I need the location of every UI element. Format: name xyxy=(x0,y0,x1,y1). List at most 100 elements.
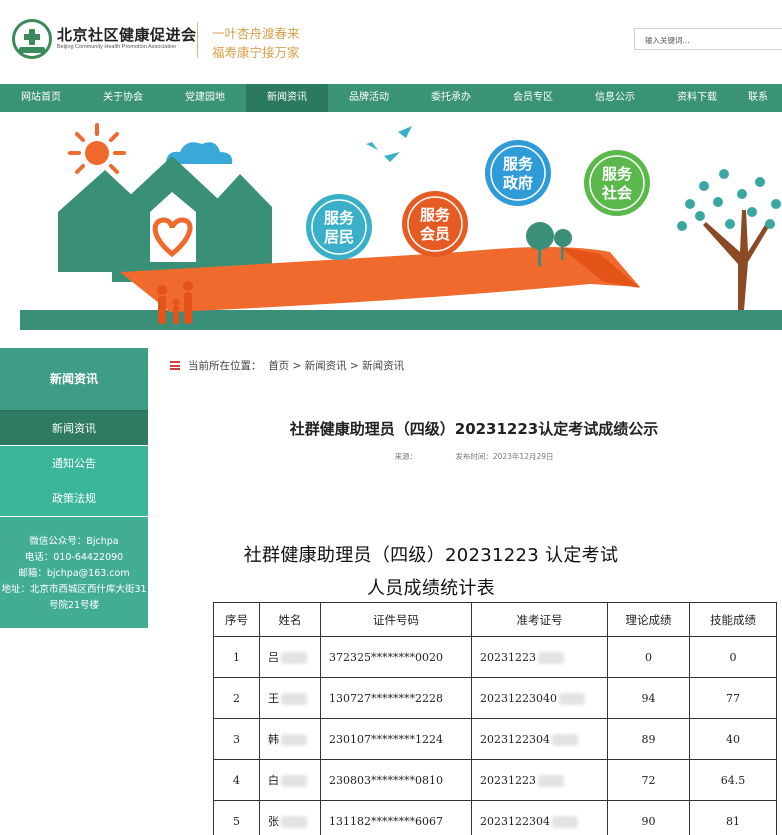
redacted-mark xyxy=(281,652,307,664)
badge-government-line2: 政府 xyxy=(503,174,533,192)
redacted-mark xyxy=(538,774,564,787)
nav-item-commission[interactable]: 委托承办 xyxy=(410,84,492,112)
redacted-mark xyxy=(558,692,585,705)
table-header-row: 序号 姓名 证件号码 准考证号 理论成绩 技能成绩 xyxy=(213,602,777,637)
table-row: 3 韩 230107********1224 2023122304 89 40 xyxy=(213,718,777,760)
document-title-line1: 社群健康助理员（四级）20231223 认定考试 xyxy=(243,545,619,566)
table-row: 2 王 130727********2228 20231223040 94 77 xyxy=(213,677,777,719)
nav-item-contact[interactable]: 联系 xyxy=(738,84,782,112)
cell-id: 372325********0020 xyxy=(320,636,472,678)
redacted-mark xyxy=(281,693,307,705)
nav-item-about[interactable]: 关于协会 xyxy=(82,84,164,112)
table-row: 1 吕 372325********0020 20231223 0 0 xyxy=(213,636,777,678)
nav-item-disclosure[interactable]: 信息公示 xyxy=(574,84,656,112)
sidebar-item-news[interactable]: 新闻资讯 xyxy=(0,410,148,445)
cell-ticket: 20231223 xyxy=(471,636,608,678)
cell-name: 张 xyxy=(259,800,321,835)
cell-theory: 94 xyxy=(607,677,690,719)
hero-banner: 服务 居民 服务 会员 服务 政府 服务 社会 xyxy=(0,112,782,330)
cell-no: 2 xyxy=(213,677,260,719)
cell-skill: 77 xyxy=(689,677,777,719)
nav-item-home[interactable]: 网站首页 xyxy=(0,84,82,112)
breadcrumb-path[interactable]: 首页 > 新闻资讯 > 新闻资讯 xyxy=(268,360,404,372)
table-row: 5 张 131182********6067 2023122304 90 81 xyxy=(213,800,777,835)
sidebar-contact-info: 微信公众号：Bjchpa 电话：010-64422090 邮箱：bjchpa@1… xyxy=(0,517,148,628)
cell-name: 王 xyxy=(259,677,321,719)
breadcrumb: 当前所在位置： 首页 > 新闻资讯 > 新闻资讯 xyxy=(170,358,404,373)
contact-address-2: 号院21号楼 xyxy=(48,600,100,611)
cell-theory: 72 xyxy=(607,759,690,801)
sidebar-item-policies[interactable]: 政策法规 xyxy=(0,481,148,516)
slogan-line-1: 一叶杏舟渡春来 xyxy=(212,26,300,41)
nav-item-party[interactable]: 党建园地 xyxy=(164,84,246,112)
list-icon xyxy=(170,361,180,370)
nav-item-news[interactable]: 新闻资讯 xyxy=(246,84,328,112)
header-name: 姓名 xyxy=(259,602,321,637)
cell-no: 5 xyxy=(213,800,260,835)
cell-ticket: 2023122304 xyxy=(471,718,608,760)
header-no: 序号 xyxy=(213,602,260,637)
redacted-mark xyxy=(538,651,564,664)
header-theory-score: 理论成绩 xyxy=(607,602,690,637)
scores-table: 序号 姓名 证件号码 准考证号 理论成绩 技能成绩 1 吕 372325****… xyxy=(213,602,777,835)
org-name-en: Beijing Community Health Promotion Assoc… xyxy=(57,44,177,50)
cell-no: 1 xyxy=(213,636,260,678)
cell-ticket: 20231223 xyxy=(471,759,608,801)
badge-society-line1: 服务 xyxy=(602,165,633,183)
badge-government-line1: 服务 xyxy=(503,155,534,173)
cell-theory: 89 xyxy=(607,718,690,760)
banner-illustration: 服务 居民 服务 会员 服务 政府 服务 社会 xyxy=(20,123,782,330)
badge-members-line2: 会员 xyxy=(420,225,450,243)
document-title-line2: 人员成绩统计表 xyxy=(366,578,496,599)
redacted-mark xyxy=(281,734,307,746)
cell-skill: 64.5 xyxy=(689,759,777,801)
header-ticket-number: 准考证号 xyxy=(471,602,608,637)
nav-item-brand-events[interactable]: 品牌活动 xyxy=(328,84,410,112)
cell-skill: 40 xyxy=(689,718,777,760)
badge-serve-members: 服务 会员 xyxy=(402,191,468,257)
cell-ticket: 2023122304 xyxy=(471,800,608,835)
cell-no: 4 xyxy=(213,759,260,801)
breadcrumb-label: 当前所在位置： xyxy=(188,360,262,372)
sidebar-item-notices[interactable]: 通知公告 xyxy=(0,446,148,481)
nav-item-members[interactable]: 会员专区 xyxy=(492,84,574,112)
ground-strip xyxy=(20,310,782,330)
cell-id: 131182********6067 xyxy=(320,800,472,835)
cell-ticket: 20231223040 xyxy=(471,677,608,719)
redacted-mark xyxy=(281,816,307,828)
nav-item-downloads[interactable]: 资料下载 xyxy=(656,84,738,112)
cell-no: 3 xyxy=(213,718,260,760)
header-divider xyxy=(197,22,198,58)
search-input[interactable]: 输入关键词... xyxy=(634,28,782,50)
badge-serve-residents: 服务 居民 xyxy=(306,194,372,260)
cell-name: 白 xyxy=(259,759,321,801)
org-name[interactable]: 北京社区健康促进会 xyxy=(57,24,197,45)
association-logo-icon[interactable] xyxy=(12,19,52,59)
tree-icon xyxy=(677,169,781,310)
article-publish-time: 发布时间：2023年12月29日 xyxy=(455,452,554,461)
header-id-number: 证件号码 xyxy=(320,602,472,637)
cell-skill: 81 xyxy=(689,800,777,835)
redacted-mark xyxy=(552,733,578,746)
cell-name: 韩 xyxy=(259,718,321,760)
badge-serve-government: 服务 政府 xyxy=(485,140,551,206)
badge-members-line1: 服务 xyxy=(420,206,451,224)
main-nav: 网站首页 关于协会 党建园地 新闻资讯 品牌活动 委托承办 会员专区 信息公示 … xyxy=(0,84,782,112)
cell-id: 230107********1224 xyxy=(320,718,472,760)
cell-id: 130727********2228 xyxy=(320,677,472,719)
badge-residents-line1: 服务 xyxy=(324,209,355,227)
article-title: 社群健康助理员（四级）20231223认定考试成绩公示 xyxy=(289,420,659,438)
badge-residents-line2: 居民 xyxy=(324,228,354,246)
cell-name: 吕 xyxy=(259,636,321,678)
birds-icon xyxy=(366,126,412,162)
sidebar-title: 新闻资讯 xyxy=(0,348,148,410)
table-row: 4 白 230803********0810 20231223 72 64.5 xyxy=(213,759,777,801)
article-source: 来源： xyxy=(394,452,417,461)
badge-society-line2: 社会 xyxy=(601,184,632,202)
redacted-mark xyxy=(552,815,578,828)
cell-skill: 0 xyxy=(689,636,777,678)
slogan-line-2: 福寿康宁接万家 xyxy=(212,45,300,60)
cell-theory: 0 xyxy=(607,636,690,678)
houses-illustration xyxy=(58,156,272,282)
article-meta: 来源： 发布时间：2023年12月29日 xyxy=(166,451,782,462)
